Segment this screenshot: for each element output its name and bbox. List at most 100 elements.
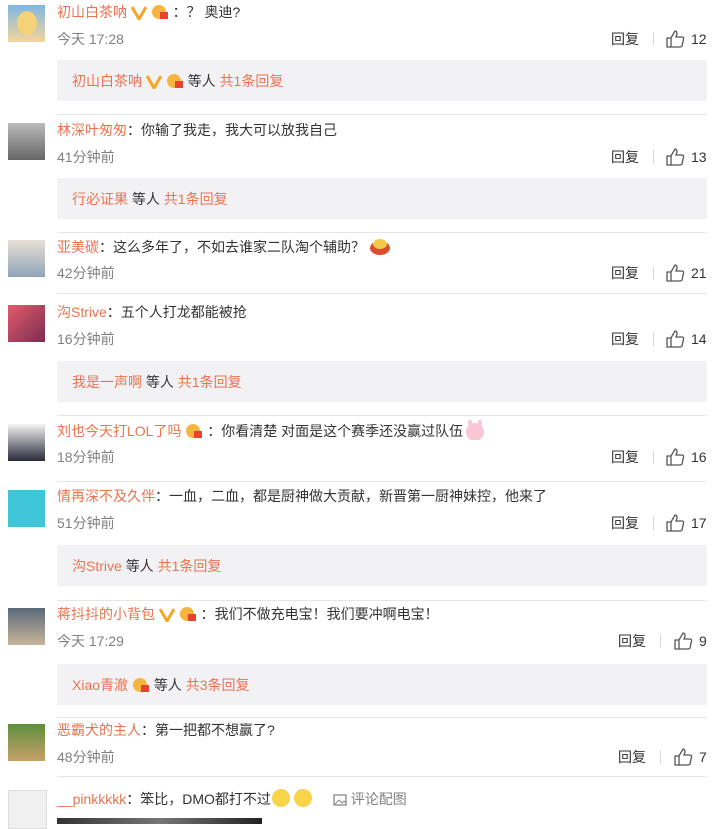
like-count: 7 bbox=[699, 749, 707, 765]
avatar[interactable] bbox=[8, 240, 45, 277]
like-count: 21 bbox=[691, 265, 707, 281]
user-name[interactable]: __pinkkkkk bbox=[57, 791, 126, 807]
pink-rabbit-emoji-icon bbox=[463, 419, 487, 445]
emoji-icon bbox=[293, 788, 315, 813]
thumbs-up-icon[interactable] bbox=[673, 632, 693, 650]
user-name[interactable]: 蒋抖抖的小背包 bbox=[57, 606, 155, 622]
comment-image-preview[interactable] bbox=[57, 818, 262, 824]
thumbs-up-icon[interactable] bbox=[665, 264, 685, 282]
sub-reply-bar[interactable]: 我是一声啊 等人 共1条回复 bbox=[57, 361, 707, 402]
like-count: 13 bbox=[691, 149, 707, 165]
separator bbox=[57, 232, 707, 233]
comment-item: 恶霸犬的主人：第一把都不想赢了? 48分钟前 回复 7 bbox=[0, 720, 718, 780]
sub-reply-bar[interactable]: 沟Strive 等人 共1条回复 bbox=[57, 545, 707, 586]
avatar[interactable] bbox=[8, 724, 45, 761]
divider bbox=[660, 634, 661, 648]
separator bbox=[57, 481, 707, 482]
user-name[interactable]: 恶霸犬的主人 bbox=[57, 722, 141, 738]
and-others-text: 等人 bbox=[125, 558, 154, 574]
avatar[interactable] bbox=[8, 5, 45, 42]
member-badge-icon bbox=[132, 677, 150, 698]
comment-item: 刘也今天打LOL了吗 ：你看清楚 对面是这个赛季还没赢过队伍 18分钟前 回复 … bbox=[0, 419, 718, 484]
member-badge-icon bbox=[151, 4, 169, 25]
avatar[interactable] bbox=[8, 123, 45, 160]
comment-text: ：你输了我走，我大可以放我自己 bbox=[127, 122, 337, 138]
user-name[interactable]: 林深叶匆匆 bbox=[57, 122, 127, 138]
comment-picture-link[interactable]: 评论配图 bbox=[333, 791, 407, 807]
comment-time: 今天 17:29 bbox=[57, 633, 124, 649]
comment-item: 林深叶匆匆：你输了我走，我大可以放我自己 41分钟前 回复 13 行必证果 等人… bbox=[0, 120, 718, 236]
comment-line: __pinkkkkk：笨比，DMO都打不过 评论配图 bbox=[57, 788, 407, 813]
user-name[interactable]: 沟Strive bbox=[57, 304, 107, 320]
comment-item: __pinkkkkk：笨比，DMO都打不过 评论配图 bbox=[0, 786, 718, 829]
reply-button[interactable]: 回复 bbox=[618, 632, 646, 650]
comment-text: ：一血，二血，都是厨神做大贡献，新晋第一厨神妹控，他来了 bbox=[155, 488, 547, 504]
sub-reply-count[interactable]: 共1条回复 bbox=[178, 374, 242, 390]
comment-line: 蒋抖抖的小背包 ：我们不做充电宝！我们要冲啊电宝！ bbox=[57, 604, 439, 627]
verified-v-icon bbox=[145, 74, 163, 94]
reply-button[interactable]: 回复 bbox=[611, 30, 639, 48]
reply-button[interactable]: 回复 bbox=[611, 148, 639, 166]
separator bbox=[57, 717, 707, 718]
member-badge-icon bbox=[185, 423, 203, 444]
sub-reply-count[interactable]: 共1条回复 bbox=[220, 73, 284, 89]
comment-text: ：这么多年了，不如去谁家二队淘个辅助？ bbox=[99, 239, 365, 255]
reply-button[interactable]: 回复 bbox=[611, 264, 639, 282]
reply-button[interactable]: 回复 bbox=[618, 748, 646, 766]
sub-reply-user[interactable]: 行必证果 bbox=[72, 191, 128, 207]
comment-text: ：我们不做充电宝！我们要冲啊电宝！ bbox=[200, 606, 439, 622]
sub-reply-count[interactable]: 共3条回复 bbox=[186, 677, 250, 693]
comment-time: 今天 17:28 bbox=[57, 31, 124, 47]
reply-button[interactable]: 回复 bbox=[611, 330, 639, 348]
thumbs-up-icon[interactable] bbox=[665, 30, 685, 48]
divider bbox=[653, 516, 654, 530]
thumbs-up-icon[interactable] bbox=[665, 448, 685, 466]
sub-reply-user[interactable]: 初山白茶呐 bbox=[72, 73, 142, 89]
reply-button[interactable]: 回复 bbox=[611, 514, 639, 532]
divider bbox=[660, 750, 661, 764]
avatar[interactable] bbox=[8, 490, 45, 527]
member-badge-icon bbox=[179, 606, 197, 627]
sub-reply-count[interactable]: 共1条回复 bbox=[158, 558, 222, 574]
user-name[interactable]: 情再深不及久伴 bbox=[57, 488, 155, 504]
thumbs-up-icon[interactable] bbox=[673, 748, 693, 766]
comment-text: ：你看清楚 对面是这个赛季还没赢过队伍 bbox=[207, 423, 464, 439]
avatar[interactable] bbox=[8, 608, 45, 645]
sub-reply-bar[interactable]: 初山白茶呐 等人 共1条回复 bbox=[57, 60, 707, 101]
sub-reply-user[interactable]: Xiao青澈 bbox=[72, 677, 128, 693]
comment-text: ：笨比，DMO都打不过 bbox=[126, 791, 271, 807]
like-count: 14 bbox=[691, 331, 707, 347]
comment-line: 亚美碳：这么多年了，不如去谁家二队淘个辅助？ bbox=[57, 236, 391, 261]
divider bbox=[653, 266, 654, 280]
verified-v-icon bbox=[158, 607, 176, 627]
comment-line: 刘也今天打LOL了吗 ：你看清楚 对面是这个赛季还没赢过队伍 bbox=[57, 419, 487, 445]
avatar[interactable] bbox=[8, 424, 45, 461]
sub-reply-bar[interactable]: Xiao青澈 等人 共3条回复 bbox=[57, 664, 707, 705]
separator bbox=[57, 600, 707, 601]
thumbs-up-icon[interactable] bbox=[665, 148, 685, 166]
and-others-text: 等人 bbox=[153, 677, 182, 693]
user-name[interactable]: 刘也今天打LOL了吗 bbox=[57, 423, 181, 439]
sub-reply-user[interactable]: 我是一声啊 bbox=[72, 374, 142, 390]
like-count: 9 bbox=[699, 633, 707, 649]
sub-reply-count[interactable]: 共1条回复 bbox=[164, 191, 228, 207]
sub-reply-user[interactable]: 沟Strive bbox=[72, 558, 122, 574]
verified-v-icon bbox=[130, 5, 148, 25]
comment-line: 沟Strive：五个人打龙都能被抢 bbox=[57, 302, 247, 322]
and-others-text: 等人 bbox=[145, 374, 174, 390]
user-name[interactable]: 亚美碳 bbox=[57, 239, 99, 255]
avatar[interactable] bbox=[8, 305, 45, 342]
image-icon bbox=[333, 791, 347, 811]
comment-time: 41分钟前 bbox=[57, 149, 115, 165]
separator bbox=[57, 415, 707, 416]
and-others-text: 等人 bbox=[187, 73, 216, 89]
user-name[interactable]: 初山白茶呐 bbox=[57, 4, 127, 20]
comment-time: 42分钟前 bbox=[57, 265, 115, 281]
avatar[interactable] bbox=[8, 790, 47, 829]
emoji-icon bbox=[271, 788, 293, 813]
comment-text: ：？ 奥迪? bbox=[172, 4, 241, 20]
reply-button[interactable]: 回复 bbox=[611, 448, 639, 466]
thumbs-up-icon[interactable] bbox=[665, 514, 685, 532]
thumbs-up-icon[interactable] bbox=[665, 330, 685, 348]
sub-reply-bar[interactable]: 行必证果 等人 共1条回复 bbox=[57, 178, 707, 219]
